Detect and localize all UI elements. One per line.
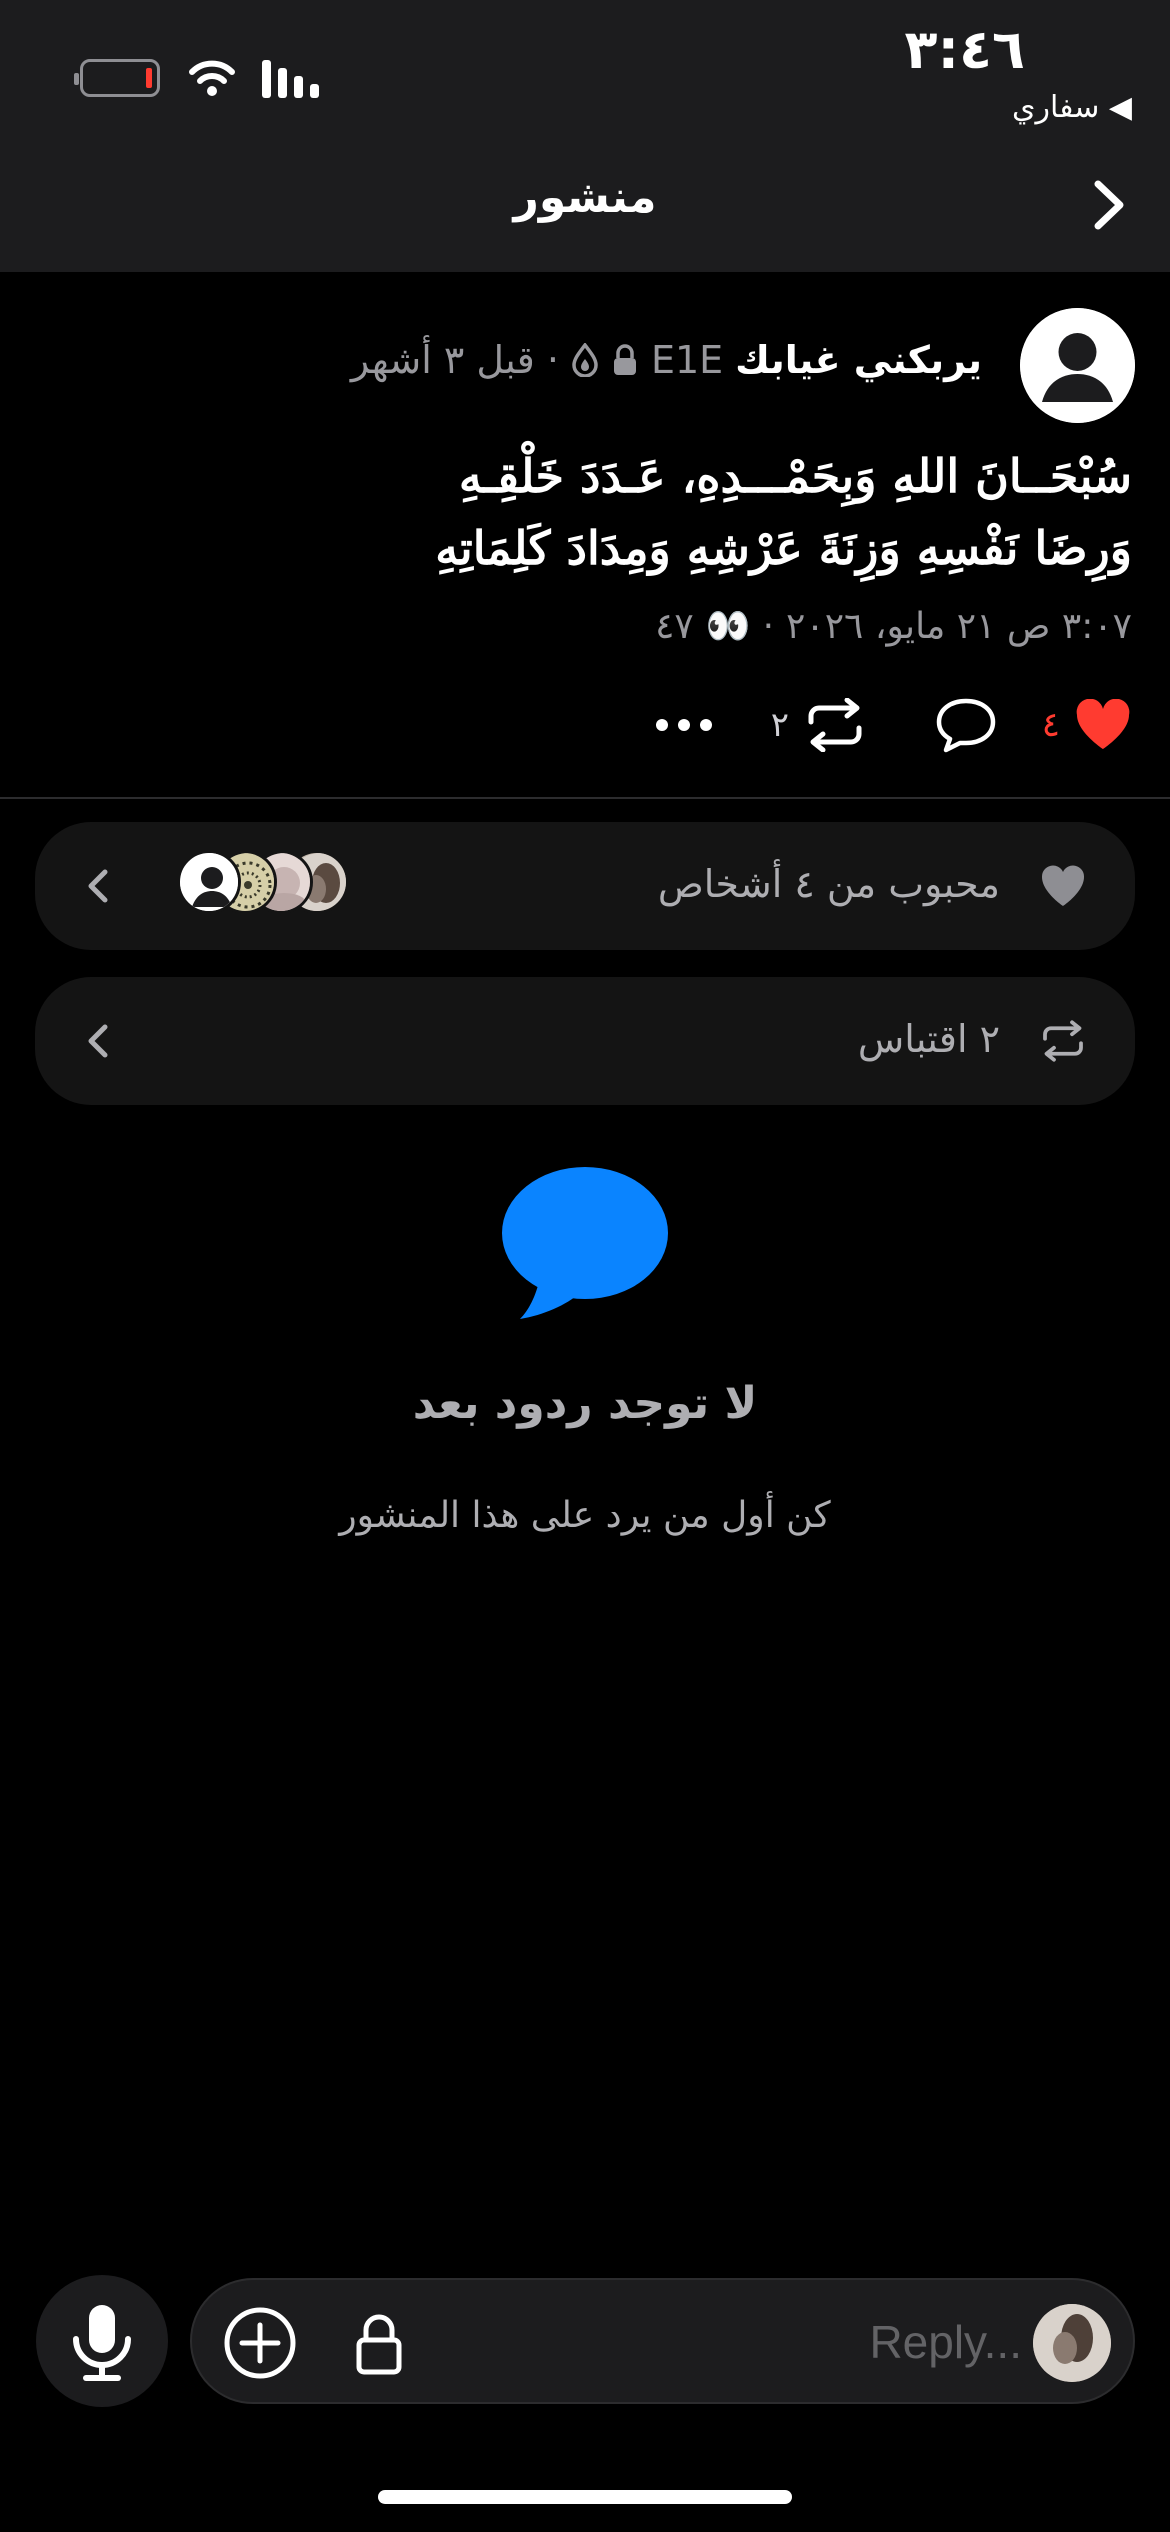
avatar <box>177 850 241 914</box>
more-button[interactable] <box>654 690 714 760</box>
post-meta: ٣:٠٧ ص ٢١ مايو، ٢٠٢٦ · 👀 ٤٧ <box>655 605 1132 648</box>
empty-state-title: لا توجد ردود بعد <box>412 1378 758 1429</box>
chevron-left-icon <box>88 869 108 903</box>
microphone-button[interactable] <box>36 2275 168 2407</box>
message-bubble-icon <box>502 1167 668 1319</box>
repost-icon <box>1043 1020 1083 1062</box>
plus-circle-icon[interactable] <box>222 2305 298 2381</box>
back-to-app-link[interactable]: ◀ سفاري <box>1012 90 1132 125</box>
author-avatar[interactable] <box>1020 308 1135 423</box>
signal-icon <box>262 58 319 98</box>
ellipsis-icon <box>656 719 712 731</box>
lock-icon <box>613 344 636 375</box>
quotes-card-label: ٢ اقتباس <box>857 1017 1000 1061</box>
like-button[interactable]: ٤ <box>1042 690 1132 760</box>
empty-state-subtitle: كن أول من يرد على هذا المنشور <box>339 1495 831 1536</box>
post-actions: ٤ ٢ <box>32 690 1132 760</box>
likes-card[interactable]: محبوب من ٤ أشخاص <box>35 822 1135 950</box>
reply-composer <box>190 2278 1135 2404</box>
post-timestamp: ٣:٠٧ ص ٢١ مايو، ٢٠٢٦ <box>786 605 1132 647</box>
microphone-icon <box>73 2305 131 2381</box>
eyes-icon: 👀 <box>705 606 751 647</box>
post-body: سُبْحَــانَ اللهِ وَبِحَمْـــدِهِ، عَـدَ… <box>32 440 1132 584</box>
status-icons <box>74 56 319 100</box>
page-title: منشور <box>513 172 657 223</box>
post-body-line: سُبْحَــانَ اللهِ وَبِحَمْـــدِهِ، عَـدَ… <box>458 449 1132 503</box>
status-time: ٣:٤٦ <box>904 18 1025 81</box>
liker-avatars <box>175 850 355 922</box>
comment-bubble-icon <box>936 698 996 753</box>
quotes-card[interactable]: ٢ اقتباس <box>35 977 1135 1105</box>
views-count: ٤٧ <box>655 605 694 647</box>
author-name[interactable]: يربكني غيابك <box>735 338 982 382</box>
user-avatar <box>1033 2304 1111 2382</box>
repost-icon <box>808 698 862 752</box>
home-indicator <box>378 2490 792 2504</box>
post-body-line: وَرِضَا نَفْسِهِ وَزِنَةَ عَرْشِهِ وَمِد… <box>435 521 1132 575</box>
likes-count: ٤ <box>1041 705 1060 745</box>
author-handle: E1E <box>650 338 724 382</box>
heart-filled-icon <box>1076 699 1130 749</box>
chevron-left-icon <box>88 1024 108 1058</box>
divider <box>0 797 1170 799</box>
reply-input[interactable] <box>592 2310 1022 2374</box>
heart-icon <box>1041 865 1085 906</box>
wifi-icon <box>189 60 235 96</box>
comment-button[interactable] <box>935 690 997 760</box>
author-line: يربكني غيابك E1E · قبل ٣ أشهر <box>351 338 982 382</box>
flame-icon <box>572 343 598 377</box>
repost-button[interactable]: ٢ <box>771 690 867 760</box>
likes-card-label: محبوب من ٤ أشخاص <box>657 862 1000 906</box>
meta-separator: · <box>762 605 775 647</box>
reposts-count: ٢ <box>770 705 789 745</box>
battery-icon <box>74 59 160 97</box>
post-age: · قبل ٣ أشهر <box>350 338 559 382</box>
chevron-right-icon[interactable] <box>1080 170 1140 240</box>
lock-icon[interactable] <box>354 2310 404 2376</box>
person-icon <box>1020 308 1135 423</box>
top-bar: ٣:٤٦ ◀ سفاري منشور <box>0 0 1170 272</box>
